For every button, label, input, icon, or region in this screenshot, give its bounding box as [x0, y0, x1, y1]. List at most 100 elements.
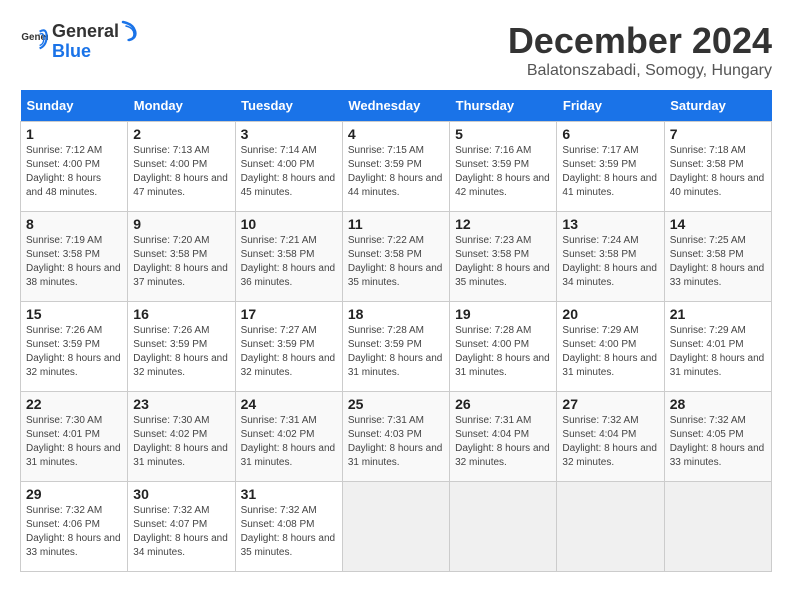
- day-number: 12: [455, 216, 551, 232]
- calendar-week-row: 1 Sunrise: 7:12 AM Sunset: 4:00 PM Daylig…: [21, 122, 772, 212]
- calendar-week-row: 8 Sunrise: 7:19 AM Sunset: 3:58 PM Daylig…: [21, 212, 772, 302]
- day-info: Sunrise: 7:32 AM Sunset: 4:08 PM Dayligh…: [241, 504, 337, 560]
- calendar-cell: 17 Sunrise: 7:27 AM Sunset: 3:59 PM Dayli…: [235, 302, 342, 392]
- day-number: 7: [670, 126, 766, 142]
- calendar-cell: [450, 482, 557, 572]
- day-info: Sunrise: 7:15 AM Sunset: 3:59 PM Dayligh…: [348, 144, 444, 200]
- calendar-cell: 5 Sunrise: 7:16 AM Sunset: 3:59 PM Daylig…: [450, 122, 557, 212]
- calendar-cell: 2Sunrise: 7:13 AM Sunset: 4:00 PM Daylig…: [128, 122, 235, 212]
- day-info: Sunrise: 7:31 AM Sunset: 4:02 PM Dayligh…: [241, 414, 337, 470]
- day-number: 30: [133, 486, 229, 502]
- calendar-cell: 19 Sunrise: 7:28 AM Sunset: 4:00 PM Dayli…: [450, 302, 557, 392]
- day-number: 6: [562, 126, 658, 142]
- calendar-cell: 26 Sunrise: 7:31 AM Sunset: 4:04 PM Dayli…: [450, 392, 557, 482]
- day-number: 21: [670, 306, 766, 322]
- day-number: 14: [670, 216, 766, 232]
- day-info: Sunrise: 7:28 AM Sunset: 3:59 PM Dayligh…: [348, 324, 444, 380]
- calendar-cell: 15Sunrise: 7:26 AM Sunset: 3:59 PM Dayli…: [21, 302, 128, 392]
- calendar-cell: 3Sunrise: 7:14 AM Sunset: 4:00 PM Daylig…: [235, 122, 342, 212]
- day-info: Sunrise: 7:27 AM Sunset: 3:59 PM Dayligh…: [241, 324, 337, 380]
- day-number: 9: [133, 216, 229, 232]
- calendar-cell: 29Sunrise: 7:32 AM Sunset: 4:06 PM Dayli…: [21, 482, 128, 572]
- day-number: 24: [241, 396, 337, 412]
- logo-blue-text: Blue: [52, 42, 139, 60]
- day-number: 29: [26, 486, 122, 502]
- day-info: Sunrise: 7:29 AM Sunset: 4:01 PM Dayligh…: [670, 324, 766, 380]
- day-number: 26: [455, 396, 551, 412]
- day-info: Sunrise: 7:12 AM Sunset: 4:00 PM Dayligh…: [26, 144, 122, 200]
- calendar-cell: 24 Sunrise: 7:31 AM Sunset: 4:02 PM Dayli…: [235, 392, 342, 482]
- day-info: Sunrise: 7:24 AM Sunset: 3:58 PM Dayligh…: [562, 234, 658, 290]
- calendar-cell: 9 Sunrise: 7:20 AM Sunset: 3:58 PM Daylig…: [128, 212, 235, 302]
- month-title: December 2024: [508, 20, 772, 62]
- day-info: Sunrise: 7:28 AM Sunset: 4:00 PM Dayligh…: [455, 324, 551, 380]
- calendar-cell: 27 Sunrise: 7:32 AM Sunset: 4:04 PM Dayli…: [557, 392, 664, 482]
- day-info: Sunrise: 7:29 AM Sunset: 4:00 PM Dayligh…: [562, 324, 658, 380]
- day-info: Sunrise: 7:32 AM Sunset: 4:05 PM Dayligh…: [670, 414, 766, 470]
- day-info: Sunrise: 7:17 AM Sunset: 3:59 PM Dayligh…: [562, 144, 658, 200]
- day-info: Sunrise: 7:31 AM Sunset: 4:03 PM Dayligh…: [348, 414, 444, 470]
- day-number: 4: [348, 126, 444, 142]
- day-number: 19: [455, 306, 551, 322]
- day-info: Sunrise: 7:18 AM Sunset: 3:58 PM Dayligh…: [670, 144, 766, 200]
- day-number: 10: [241, 216, 337, 232]
- day-number: 8: [26, 216, 122, 232]
- calendar-cell: 30 Sunrise: 7:32 AM Sunset: 4:07 PM Dayli…: [128, 482, 235, 572]
- calendar-cell: [342, 482, 449, 572]
- day-info: Sunrise: 7:16 AM Sunset: 3:59 PM Dayligh…: [455, 144, 551, 200]
- day-number: 5: [455, 126, 551, 142]
- calendar-cell: 10 Sunrise: 7:21 AM Sunset: 3:58 PM Dayli…: [235, 212, 342, 302]
- calendar-cell: 25 Sunrise: 7:31 AM Sunset: 4:03 PM Dayli…: [342, 392, 449, 482]
- title-section: December 2024 Balatonszabadi, Somogy, Hu…: [508, 20, 772, 80]
- logo-general-text: General: [52, 22, 119, 40]
- calendar-cell: 22Sunrise: 7:30 AM Sunset: 4:01 PM Dayli…: [21, 392, 128, 482]
- day-info: Sunrise: 7:23 AM Sunset: 3:58 PM Dayligh…: [455, 234, 551, 290]
- day-info: Sunrise: 7:32 AM Sunset: 4:07 PM Dayligh…: [133, 504, 229, 560]
- col-monday: Monday: [128, 90, 235, 122]
- day-info: Sunrise: 7:14 AM Sunset: 4:00 PM Dayligh…: [241, 144, 337, 200]
- day-info: Sunrise: 7:21 AM Sunset: 3:58 PM Dayligh…: [241, 234, 337, 290]
- day-info: Sunrise: 7:20 AM Sunset: 3:58 PM Dayligh…: [133, 234, 229, 290]
- day-info: Sunrise: 7:30 AM Sunset: 4:01 PM Dayligh…: [26, 414, 122, 470]
- col-friday: Friday: [557, 90, 664, 122]
- calendar-cell: 28Sunrise: 7:32 AM Sunset: 4:05 PM Dayli…: [664, 392, 771, 482]
- day-info: Sunrise: 7:22 AM Sunset: 3:58 PM Dayligh…: [348, 234, 444, 290]
- day-number: 1: [26, 126, 122, 142]
- calendar-cell: 7 Sunrise: 7:18 AM Sunset: 3:58 PM Daylig…: [664, 122, 771, 212]
- calendar-cell: 4 Sunrise: 7:15 AM Sunset: 3:59 PM Daylig…: [342, 122, 449, 212]
- calendar-cell: 12 Sunrise: 7:23 AM Sunset: 3:58 PM Dayli…: [450, 212, 557, 302]
- day-info: Sunrise: 7:26 AM Sunset: 3:59 PM Dayligh…: [133, 324, 229, 380]
- day-info: Sunrise: 7:30 AM Sunset: 4:02 PM Dayligh…: [133, 414, 229, 470]
- day-number: 31: [241, 486, 337, 502]
- calendar-cell: 14 Sunrise: 7:25 AM Sunset: 3:58 PM Dayli…: [664, 212, 771, 302]
- day-info: Sunrise: 7:25 AM Sunset: 3:58 PM Dayligh…: [670, 234, 766, 290]
- calendar-cell: 21 Sunrise: 7:29 AM Sunset: 4:01 PM Dayli…: [664, 302, 771, 392]
- day-number: 25: [348, 396, 444, 412]
- col-sunday: Sunday: [21, 90, 128, 122]
- calendar-cell: 13 Sunrise: 7:24 AM Sunset: 3:58 PM Dayli…: [557, 212, 664, 302]
- calendar-week-row: 29Sunrise: 7:32 AM Sunset: 4:06 PM Dayli…: [21, 482, 772, 572]
- col-saturday: Saturday: [664, 90, 771, 122]
- col-tuesday: Tuesday: [235, 90, 342, 122]
- day-number: 18: [348, 306, 444, 322]
- day-number: 17: [241, 306, 337, 322]
- day-number: 23: [133, 396, 229, 412]
- day-info: Sunrise: 7:26 AM Sunset: 3:59 PM Dayligh…: [26, 324, 122, 380]
- day-number: 13: [562, 216, 658, 232]
- calendar-table: Sunday Monday Tuesday Wednesday Thursday…: [20, 90, 772, 572]
- calendar-cell: 11 Sunrise: 7:22 AM Sunset: 3:58 PM Dayli…: [342, 212, 449, 302]
- col-thursday: Thursday: [450, 90, 557, 122]
- header-row: Sunday Monday Tuesday Wednesday Thursday…: [21, 90, 772, 122]
- calendar-cell: [557, 482, 664, 572]
- calendar-cell: 20Sunrise: 7:29 AM Sunset: 4:00 PM Dayli…: [557, 302, 664, 392]
- logo-icon: General: [20, 26, 48, 54]
- day-info: Sunrise: 7:19 AM Sunset: 3:58 PM Dayligh…: [26, 234, 122, 290]
- calendar-week-row: 15Sunrise: 7:26 AM Sunset: 3:59 PM Dayli…: [21, 302, 772, 392]
- day-number: 16: [133, 306, 229, 322]
- day-number: 27: [562, 396, 658, 412]
- day-number: 11: [348, 216, 444, 232]
- calendar-week-row: 22Sunrise: 7:30 AM Sunset: 4:01 PM Dayli…: [21, 392, 772, 482]
- calendar-cell: 18 Sunrise: 7:28 AM Sunset: 3:59 PM Dayli…: [342, 302, 449, 392]
- day-info: Sunrise: 7:32 AM Sunset: 4:04 PM Dayligh…: [562, 414, 658, 470]
- day-info: Sunrise: 7:31 AM Sunset: 4:04 PM Dayligh…: [455, 414, 551, 470]
